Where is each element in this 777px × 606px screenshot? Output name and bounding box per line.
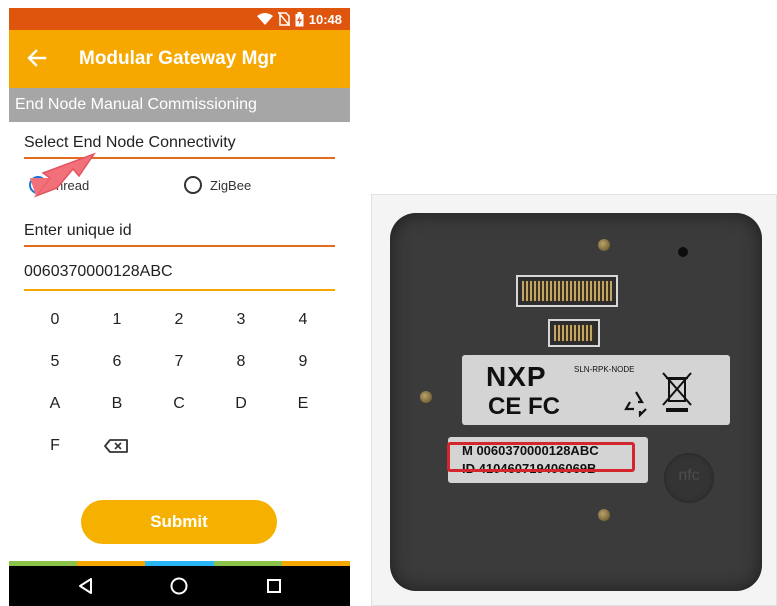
battery-charging-icon — [295, 11, 304, 26]
nfc-badge: nfc — [664, 453, 714, 503]
back-arrow-icon[interactable] — [25, 46, 49, 70]
screw — [420, 391, 432, 403]
device-photo: NXP SLN-RPK-NODE CE FC M 0060370000128AB… — [371, 194, 777, 606]
wifi-icon — [256, 12, 273, 25]
key-d[interactable]: D — [210, 389, 272, 419]
unique-id-input[interactable]: 0060370000128ABC — [24, 263, 173, 281]
crossed-bin-icon — [662, 372, 692, 412]
section-title: End Node Manual Commissioning — [15, 96, 257, 113]
unique-id-underline — [24, 245, 335, 247]
key-e[interactable]: E — [272, 389, 334, 419]
key-3[interactable]: 3 — [210, 305, 272, 335]
key-a[interactable]: A — [24, 389, 86, 419]
key-0[interactable]: 0 — [24, 305, 86, 335]
board-connector-large — [516, 275, 618, 307]
key-7[interactable]: 7 — [148, 347, 210, 377]
backspace-icon[interactable] — [86, 431, 148, 461]
app-bar: Modular Gateway Mgr — [9, 30, 350, 88]
key-9[interactable]: 9 — [272, 347, 334, 377]
unique-id-input-line — [24, 289, 335, 291]
nxp-logo: NXP — [486, 361, 547, 392]
nfc-label: nfc — [678, 467, 700, 484]
status-icons: 10:48 — [256, 11, 342, 27]
key-f[interactable]: F — [24, 431, 86, 461]
key-4[interactable]: 4 — [272, 305, 334, 335]
no-sim-icon — [277, 12, 290, 26]
screenshot: 10:48 Modular Gateway Mgr End Node Manua… — [0, 0, 777, 606]
radio-zigbee[interactable] — [184, 176, 202, 194]
key-8[interactable]: 8 — [210, 347, 272, 377]
pointer-arrow-annotation — [30, 152, 96, 198]
status-bar: 10:48 — [9, 8, 350, 30]
key-1[interactable]: 1 — [86, 305, 148, 335]
radio-zigbee-label[interactable]: ZigBee — [210, 178, 251, 193]
phone-screen: 10:48 Modular Gateway Mgr End Node Manua… — [9, 8, 350, 606]
id-highlight-box — [447, 442, 635, 472]
model-number: SLN-RPK-NODE — [574, 365, 635, 374]
key-b[interactable]: B — [86, 389, 148, 419]
key-6[interactable]: 6 — [86, 347, 148, 377]
android-nav-bar — [9, 566, 350, 606]
status-time: 10:48 — [308, 11, 342, 27]
key-5[interactable]: 5 — [24, 347, 86, 377]
recycle-icon — [624, 391, 647, 417]
certification-marks: CE FC — [488, 393, 560, 420]
key-c[interactable]: C — [148, 389, 210, 419]
submit-button[interactable]: Submit — [81, 500, 277, 544]
product-label: NXP SLN-RPK-NODE CE FC — [462, 355, 730, 425]
unique-id-label: Enter unique id — [24, 222, 132, 239]
screw — [598, 239, 610, 251]
back-triangle-icon[interactable] — [76, 576, 96, 596]
device-back: NXP SLN-RPK-NODE CE FC M 0060370000128AB… — [390, 213, 762, 591]
screw — [598, 509, 610, 521]
hole — [678, 247, 688, 257]
section-header: End Node Manual Commissioning — [9, 88, 350, 122]
board-connector-small — [548, 319, 600, 347]
app-title: Modular Gateway Mgr — [79, 48, 277, 69]
home-circle-icon[interactable] — [169, 576, 189, 596]
recents-square-icon[interactable] — [264, 576, 284, 596]
key-2[interactable]: 2 — [148, 305, 210, 335]
